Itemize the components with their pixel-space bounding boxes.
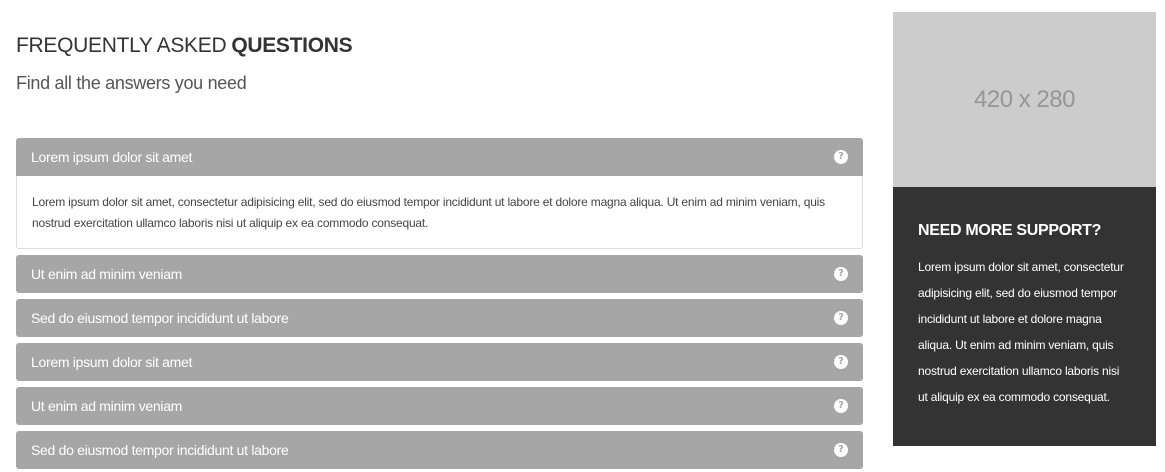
accordion-header[interactable]: Sed do eiusmod tempor incididunt ut labo… <box>16 299 863 337</box>
faq-accordion: Lorem ipsum dolor sit amet ? Lorem ipsum… <box>16 138 863 472</box>
accordion-item: Ut enim ad minim veniam ? <box>16 255 863 293</box>
accordion-header[interactable]: Ut enim ad minim veniam ? <box>16 255 863 293</box>
accordion-label: Lorem ipsum dolor sit amet <box>31 354 193 370</box>
faq-page: FREQUENTLY ASKED QUESTIONS Find all the a… <box>0 0 1165 472</box>
accordion-item: Ut enim ad minim veniam ? <box>16 387 863 425</box>
support-title: NEED MORE SUPPORT? <box>918 222 1102 239</box>
faq-subtitle: Find all the answers you need <box>16 73 247 93</box>
faq-title-light: FREQUENTLY ASKED <box>16 34 227 57</box>
question-circle-icon: ? <box>834 267 848 281</box>
accordion-header[interactable]: Lorem ipsum dolor sit amet ? <box>16 138 863 176</box>
question-circle-icon: ? <box>834 355 848 369</box>
accordion-content: Lorem ipsum dolor sit amet, consectetur … <box>16 176 863 249</box>
accordion-header[interactable]: Ut enim ad minim veniam ? <box>16 387 863 425</box>
accordion-header[interactable]: Sed do eiusmod tempor incididunt ut labo… <box>16 431 863 469</box>
support-text: Lorem ipsum dolor sit amet, consectetur … <box>918 260 1124 404</box>
accordion-item: Lorem ipsum dolor sit amet ? Lorem ipsum… <box>16 138 863 249</box>
faq-title: FREQUENTLY ASKED QUESTIONS <box>16 32 353 60</box>
support-box: NEED MORE SUPPORT? Lorem ipsum dolor sit… <box>893 187 1156 446</box>
image-placeholder: 420 x 280 <box>893 12 1156 187</box>
question-circle-icon: ? <box>834 443 848 457</box>
accordion-label: Sed do eiusmod tempor incididunt ut labo… <box>31 310 289 326</box>
accordion-item: Lorem ipsum dolor sit amet ? <box>16 343 863 381</box>
accordion-label: Ut enim ad minim veniam <box>31 266 183 282</box>
question-circle-icon: ? <box>834 150 848 164</box>
accordion-item: Sed do eiusmod tempor incididunt ut labo… <box>16 431 863 469</box>
accordion-label: Sed do eiusmod tempor incididunt ut labo… <box>31 442 289 458</box>
image-placeholder-label: 420 x 280 <box>974 85 1075 113</box>
accordion-header[interactable]: Lorem ipsum dolor sit amet ? <box>16 343 863 381</box>
question-circle-icon: ? <box>834 311 848 325</box>
accordion-label: Lorem ipsum dolor sit amet <box>31 149 193 165</box>
faq-title-bold: QUESTIONS <box>231 34 353 57</box>
question-circle-icon: ? <box>834 399 848 413</box>
accordion-label: Ut enim ad minim veniam <box>31 398 183 414</box>
accordion-content-text: Lorem ipsum dolor sit amet, consectetur … <box>32 195 825 230</box>
accordion-item: Sed do eiusmod tempor incididunt ut labo… <box>16 299 863 337</box>
sidebar: 420 x 280 NEED MORE SUPPORT? Lorem ipsum… <box>893 12 1156 446</box>
